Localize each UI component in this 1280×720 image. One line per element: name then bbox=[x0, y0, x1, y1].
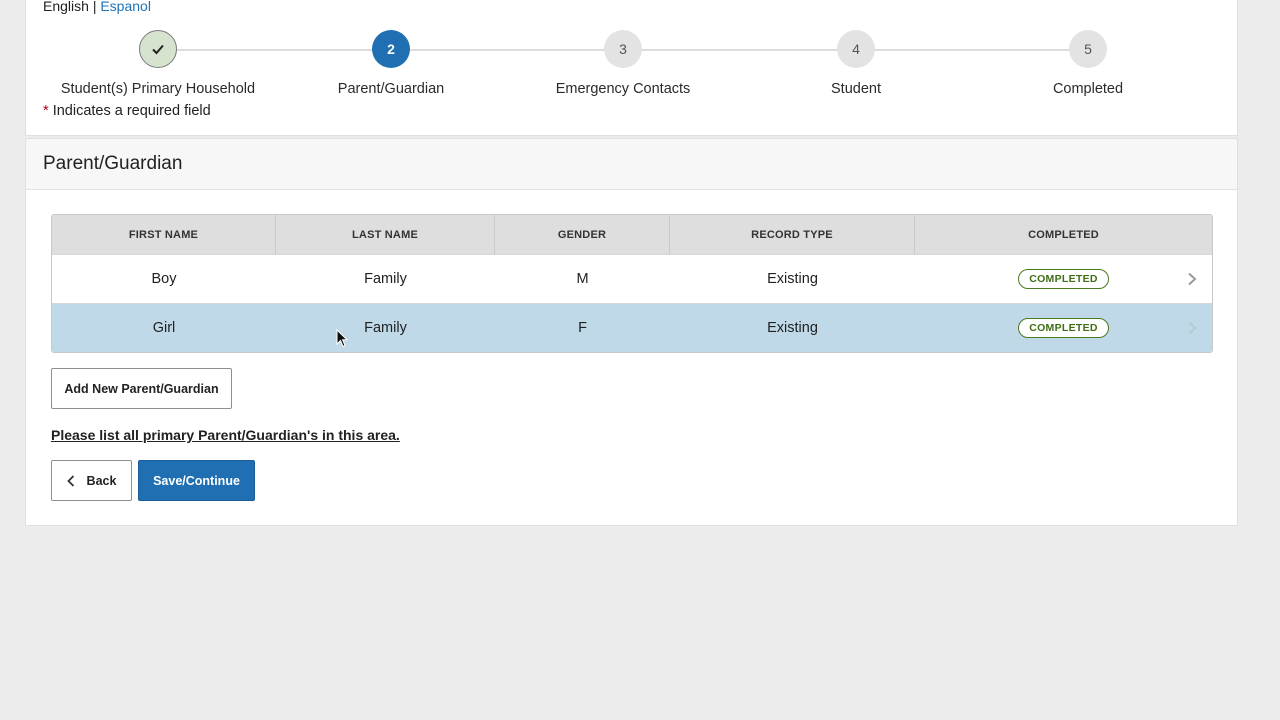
back-button[interactable]: Back bbox=[51, 460, 132, 501]
step-student-circle: 4 bbox=[837, 30, 875, 68]
add-parent-guardian-button[interactable]: Add New Parent/Guardian bbox=[51, 368, 232, 409]
step-completed-label: Completed bbox=[1052, 81, 1124, 97]
check-icon bbox=[152, 44, 164, 55]
cell-last-name: Family bbox=[364, 320, 407, 336]
column-header-first-name[interactable]: FIRST NAME bbox=[52, 215, 276, 254]
step-emergency-contacts-label: Emergency Contacts bbox=[555, 81, 691, 97]
parent-guardian-table: FIRST NAME LAST NAME GENDER RECORD TYPE … bbox=[51, 214, 1213, 353]
cell-completed: COMPLETED bbox=[915, 304, 1212, 352]
step-student-label: Student bbox=[831, 81, 881, 97]
step-household-label: Student(s) Primary Household bbox=[60, 81, 256, 97]
step-student[interactable]: 4 Student bbox=[740, 30, 972, 97]
cell-record-type: Existing bbox=[767, 271, 818, 287]
back-button-label: Back bbox=[86, 473, 117, 488]
column-header-record-type[interactable]: RECORD TYPE bbox=[670, 215, 915, 254]
required-text: Indicates a required field bbox=[52, 103, 211, 119]
step-household[interactable]: Student(s) Primary Household bbox=[42, 30, 274, 97]
cell-gender: F bbox=[578, 320, 587, 336]
step-completed-circle: 5 bbox=[1069, 30, 1107, 68]
status-badge: COMPLETED bbox=[1018, 318, 1109, 338]
step-parent-guardian-circle: 2 bbox=[372, 30, 410, 68]
status-badge: COMPLETED bbox=[1018, 269, 1109, 289]
lang-separator: | bbox=[92, 0, 97, 14]
chevron-right-icon[interactable] bbox=[1187, 272, 1197, 286]
save-continue-button[interactable]: Save/Continue bbox=[138, 460, 255, 501]
mouse-cursor-icon bbox=[336, 329, 348, 348]
step-completed[interactable]: 5 Completed bbox=[972, 30, 1204, 97]
instruction-text: Please list all primary Parent/Guardian'… bbox=[51, 427, 400, 443]
required-star: * bbox=[43, 103, 49, 119]
progress-stepper: Student(s) Primary Household 2 Parent/Gu… bbox=[26, 30, 1239, 110]
column-header-completed[interactable]: COMPLETED bbox=[915, 215, 1212, 254]
section-title: Parent/Guardian bbox=[26, 139, 1237, 190]
column-header-last-name[interactable]: LAST NAME bbox=[276, 215, 495, 254]
cell-completed: COMPLETED bbox=[915, 255, 1212, 303]
column-header-gender[interactable]: GENDER bbox=[495, 215, 670, 254]
cell-gender: M bbox=[576, 271, 589, 287]
chevron-left-icon bbox=[66, 474, 74, 487]
lang-spanish-link[interactable]: Espanol bbox=[100, 0, 151, 14]
cell-first-name: Girl bbox=[152, 320, 176, 336]
step-emergency-contacts[interactable]: 3 Emergency Contacts bbox=[507, 30, 739, 97]
table-row[interactable]: Girl Family F Existing COMPLETED bbox=[52, 303, 1212, 352]
table-header: FIRST NAME LAST NAME GENDER RECORD TYPE … bbox=[52, 215, 1212, 254]
cell-first-name: Boy bbox=[151, 271, 177, 287]
step-parent-guardian-label: Parent/Guardian bbox=[337, 81, 445, 97]
parent-guardian-card: Parent/Guardian FIRST NAME LAST NAME GEN… bbox=[25, 138, 1238, 526]
step-emergency-contacts-circle: 3 bbox=[604, 30, 642, 68]
cell-last-name: Family bbox=[364, 271, 407, 287]
cell-record-type: Existing bbox=[767, 320, 818, 336]
chevron-right-icon[interactable] bbox=[1187, 321, 1197, 335]
required-field-note: * Indicates a required field bbox=[43, 103, 211, 119]
table-row[interactable]: Boy Family M Existing COMPLETED bbox=[52, 254, 1212, 303]
language-switch: English | Espanol bbox=[43, 0, 151, 14]
step-parent-guardian[interactable]: 2 Parent/Guardian bbox=[275, 30, 507, 97]
step-household-circle bbox=[139, 30, 177, 68]
lang-english-link[interactable]: English bbox=[43, 0, 89, 14]
header-card: English | Espanol Student(s) Primary Hou… bbox=[25, 0, 1238, 136]
